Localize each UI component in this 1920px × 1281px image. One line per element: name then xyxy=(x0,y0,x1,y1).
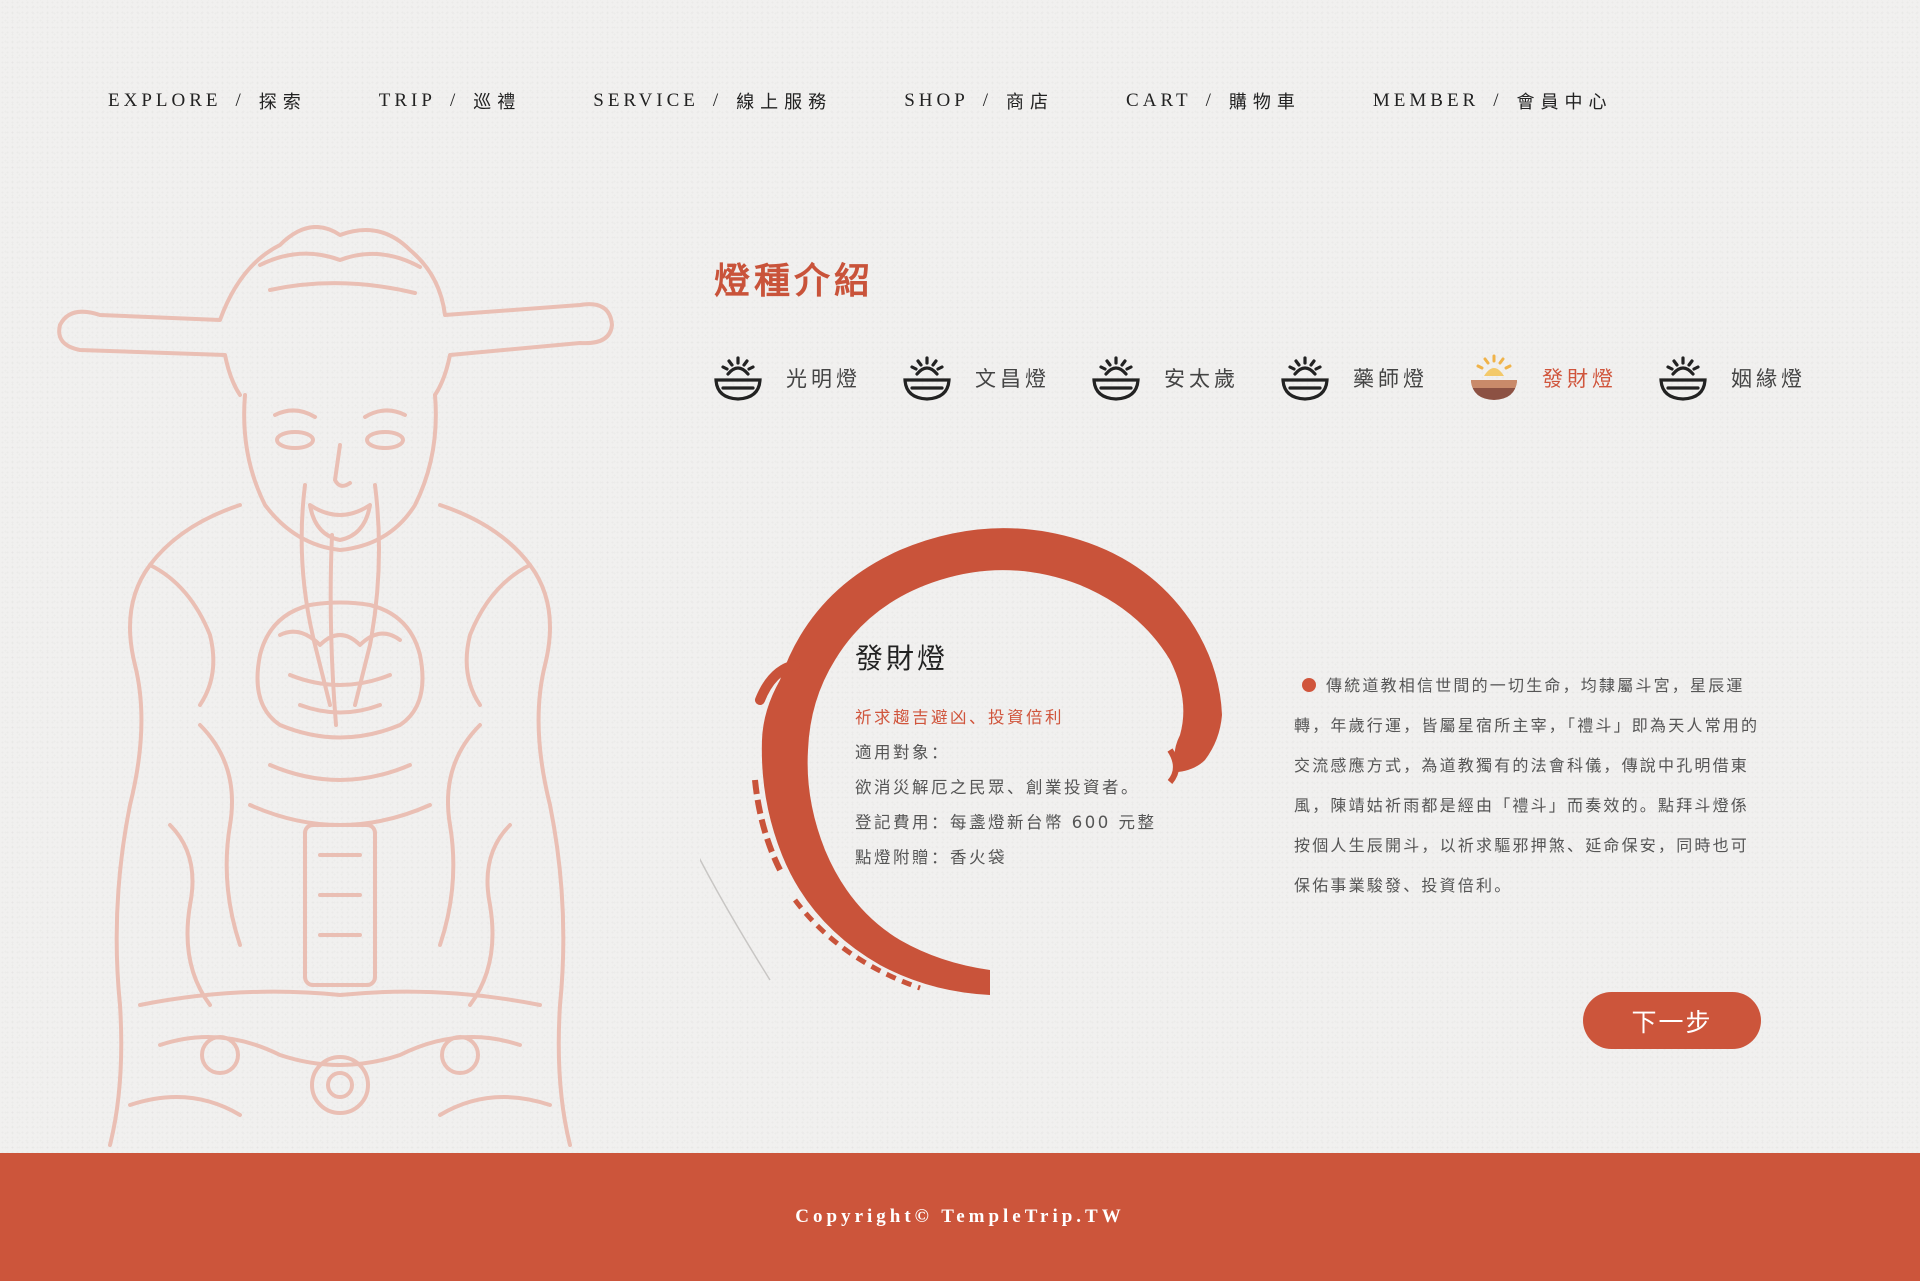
nav-trip[interactable]: TRIP / 巡禮 xyxy=(379,88,521,114)
nav-service[interactable]: SERVICE / 線上服務 xyxy=(593,88,832,114)
nav-separator: / xyxy=(235,90,245,111)
tab-yinyuan[interactable]: 姻緣燈 xyxy=(1657,352,1846,404)
nav-explore[interactable]: EXPLORE / 探索 xyxy=(108,88,307,114)
lamp-type-tabs: 光明燈 文昌燈 安太歲 藥師燈 發財燈 姻緣燈 xyxy=(712,352,1846,404)
lamp-bowl-icon xyxy=(1281,356,1329,401)
nav-shop-en: SHOP xyxy=(904,90,969,111)
lamp-bowl-filled-icon xyxy=(1471,354,1517,400)
nav-trip-zh: 巡禮 xyxy=(473,92,522,113)
tab-label: 姻緣燈 xyxy=(1731,367,1806,391)
lamp-fee: 登記費用：每盞燈新台幣 600 元整 xyxy=(855,813,1157,832)
nav-separator: / xyxy=(1493,90,1503,111)
next-step-button[interactable]: 下一步 xyxy=(1583,992,1761,1049)
nav-explore-zh: 探索 xyxy=(258,92,307,113)
nav-member[interactable]: MEMBER / 會員中心 xyxy=(1373,88,1613,114)
nav-cart[interactable]: CART / 購物車 xyxy=(1126,88,1301,114)
top-nav: EXPLORE / 探索 TRIP / 巡禮 SERVICE / 線上服務 SH… xyxy=(108,88,1685,114)
nav-explore-en: EXPLORE xyxy=(108,90,222,111)
tab-label: 安太歲 xyxy=(1164,367,1239,391)
nav-separator: / xyxy=(982,90,993,111)
tab-wenchang[interactable]: 文昌燈 xyxy=(901,352,1090,404)
lamp-bowl-icon xyxy=(714,356,762,401)
lamp-gift: 點燈附贈：香火袋 xyxy=(855,848,1007,867)
description-text: 傳統道教相信世間的一切生命，均隸屬斗宮，星辰運轉，年歲行運，皆屬星宿所主宰，「禮… xyxy=(1294,676,1760,895)
nav-shop[interactable]: SHOP / 商店 xyxy=(904,88,1054,114)
lamp-bowl-icon xyxy=(1659,356,1707,401)
bullet-dot-icon xyxy=(1302,678,1316,692)
lamp-target-label: 適用對象： xyxy=(855,743,950,762)
nav-separator: / xyxy=(1205,90,1215,111)
nav-cart-zh: 購物車 xyxy=(1228,92,1301,113)
nav-separator: / xyxy=(712,90,723,111)
nav-member-en: MEMBER xyxy=(1372,90,1480,111)
nav-trip-en: TRIP xyxy=(378,90,436,111)
lamp-bowl-icon xyxy=(903,356,951,401)
tab-label: 藥師燈 xyxy=(1353,367,1428,391)
tab-facai[interactable]: 發財燈 xyxy=(1468,352,1657,404)
lamp-target: 欲消災解厄之民眾、創業投資者。 xyxy=(855,778,1140,797)
nav-separator: / xyxy=(449,90,460,111)
lamp-subtitle: 祈求趨吉避凶、投資倍利 xyxy=(855,708,1064,727)
nav-member-zh: 會員中心 xyxy=(1516,92,1613,113)
tab-label: 文昌燈 xyxy=(975,367,1050,391)
nav-service-en: SERVICE xyxy=(593,90,699,111)
nav-shop-zh: 商店 xyxy=(1006,92,1055,113)
lamp-description: 傳統道教相信世間的一切生命，均隸屬斗宮，星辰運轉，年歲行運，皆屬星宿所主宰，「禮… xyxy=(1294,666,1764,906)
tab-label: 發財燈 xyxy=(1542,367,1617,391)
section-title: 燈種介紹 xyxy=(714,261,875,302)
footer-copyright: Copyright© TempleTrip.TW xyxy=(795,1206,1125,1227)
tab-guangming[interactable]: 光明燈 xyxy=(712,352,901,404)
tab-yaoshi[interactable]: 藥師燈 xyxy=(1279,352,1468,404)
tab-label: 光明燈 xyxy=(786,367,861,391)
nav-cart-en: CART xyxy=(1126,90,1192,111)
nav-service-zh: 線上服務 xyxy=(736,92,833,113)
deity-line-drawing xyxy=(57,225,614,1147)
tab-antaisui[interactable]: 安太歲 xyxy=(1090,352,1279,404)
selected-lamp-name: 發財燈 xyxy=(855,642,949,675)
lamp-bowl-icon xyxy=(1092,356,1140,401)
footer: Copyright© TempleTrip.TW xyxy=(0,1153,1920,1281)
selected-lamp-details: 祈求趨吉避凶、投資倍利 適用對象： 欲消災解厄之民眾、創業投資者。 登記費用：每… xyxy=(855,700,1156,875)
